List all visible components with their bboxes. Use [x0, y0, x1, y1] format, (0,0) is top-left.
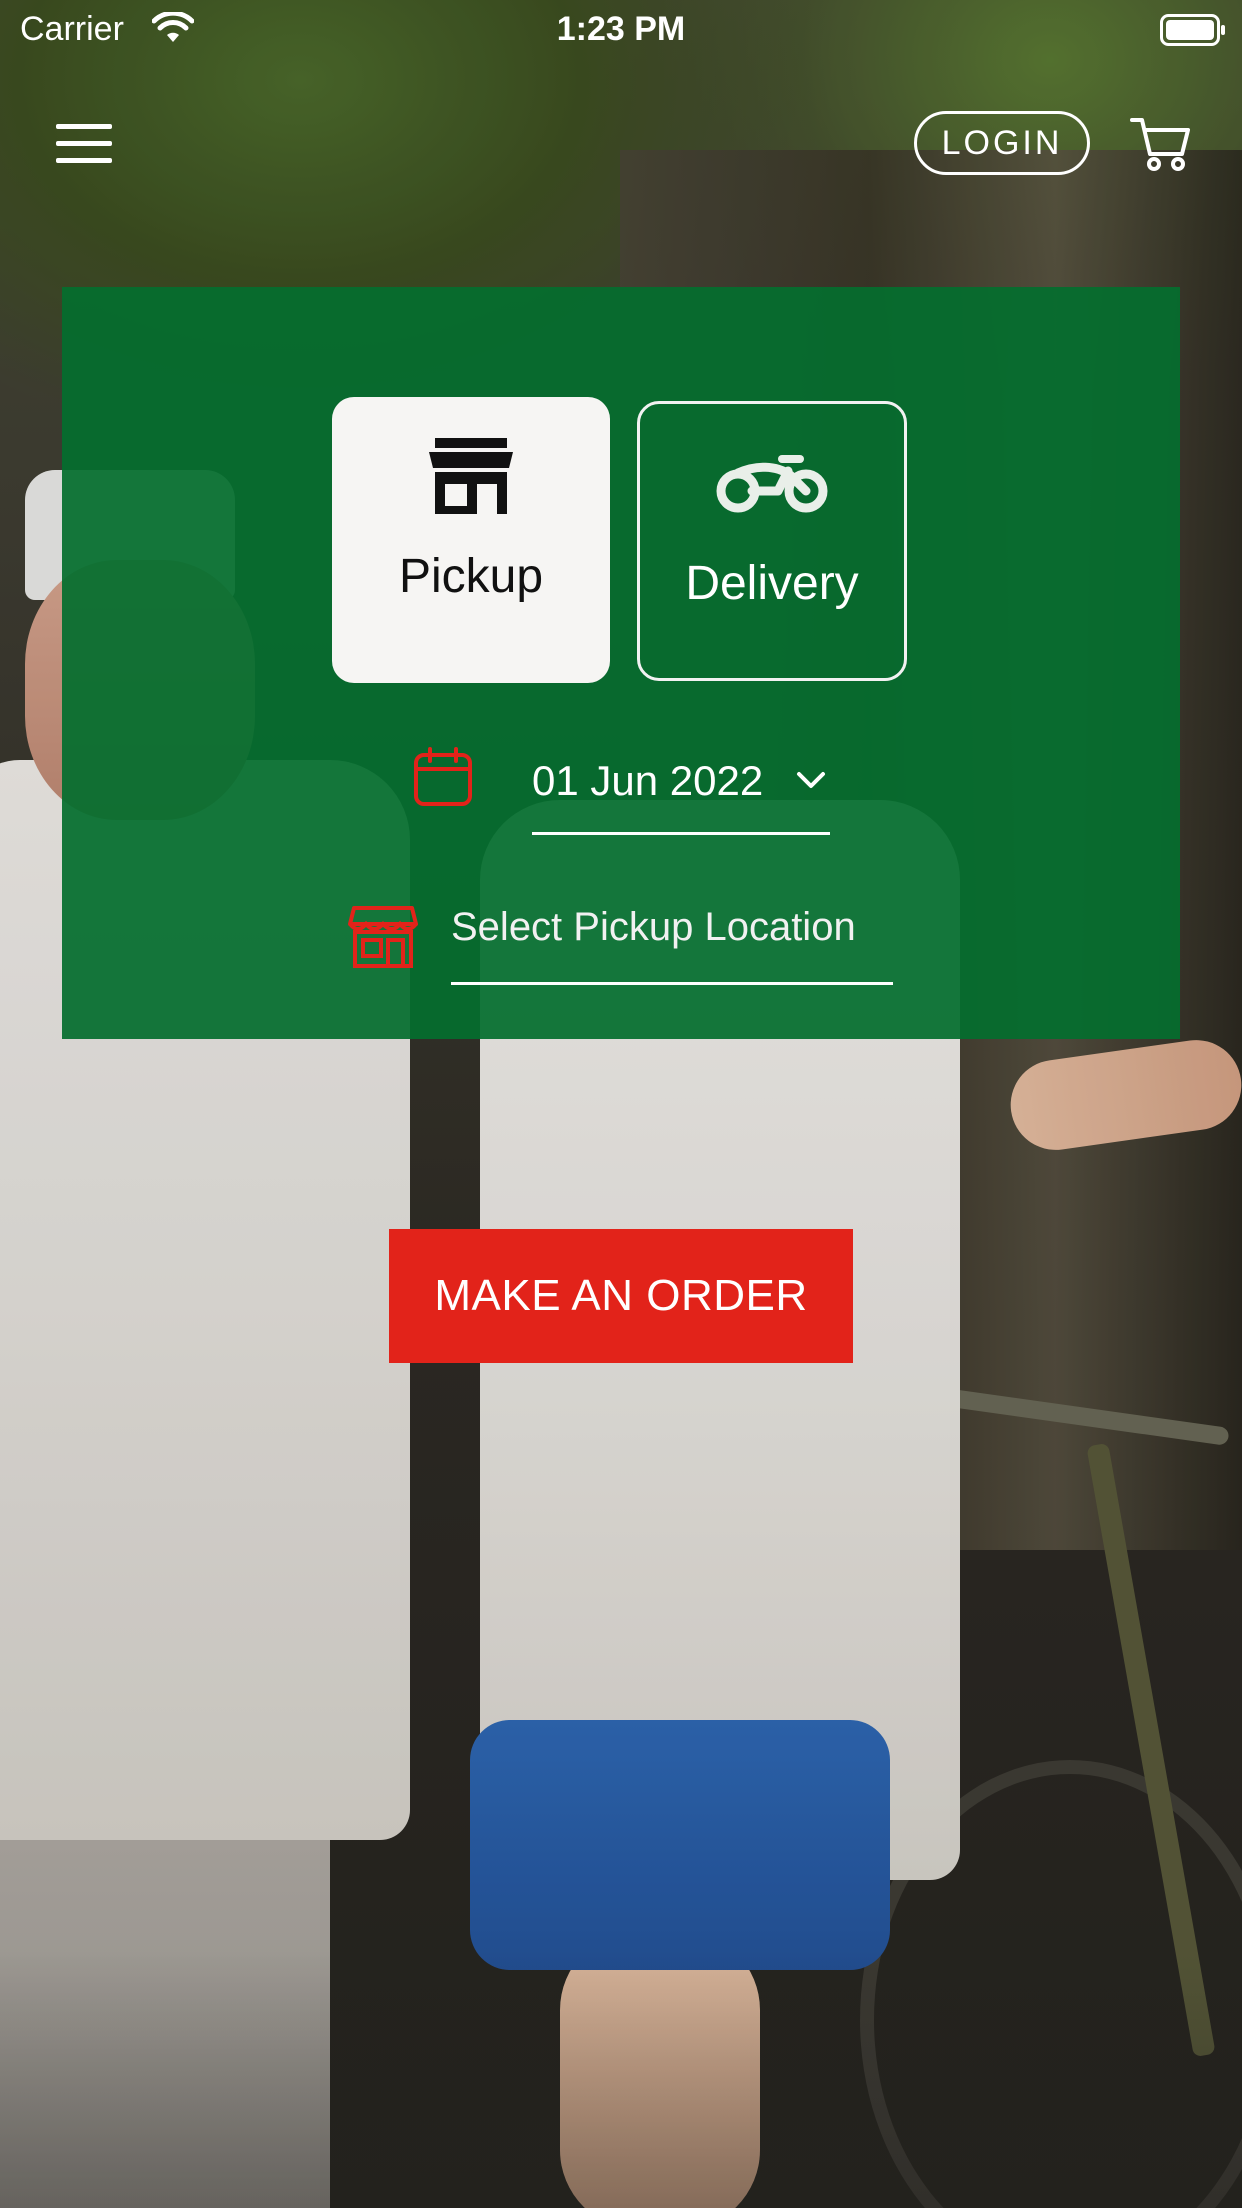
hamburger-menu-icon[interactable] [56, 124, 112, 164]
status-bar: Carrier 1:23 PM [0, 0, 1242, 62]
chevron-down-icon [796, 771, 826, 796]
delivery-label: Delivery [685, 557, 859, 610]
pickup-label: Pickup [398, 550, 544, 603]
login-button[interactable]: LOGIN [914, 111, 1090, 175]
store-icon [348, 904, 418, 973]
selected-date: 01 Jun 2022 [532, 757, 764, 804]
calendar-icon [413, 747, 473, 812]
storefront-icon [429, 431, 513, 521]
make-order-button[interactable]: MAKE AN ORDER [389, 1229, 853, 1363]
clock: 1:23 PM [556, 10, 686, 48]
battery-icon [1160, 14, 1225, 46]
location-placeholder: Select Pickup Location [451, 905, 856, 949]
shopping-cart-icon[interactable] [1130, 116, 1192, 172]
motorbike-icon [716, 438, 828, 528]
delivery-mode-button[interactable]: Delivery [637, 401, 907, 681]
order-options-panel: Pickup Delivery 01 Jun 2022 Select Picku… [62, 287, 1180, 1039]
pickup-location-select[interactable]: Select Pickup Location [451, 877, 893, 985]
date-picker[interactable]: 01 Jun 2022 [532, 727, 830, 835]
pickup-mode-button[interactable]: Pickup [332, 397, 610, 683]
